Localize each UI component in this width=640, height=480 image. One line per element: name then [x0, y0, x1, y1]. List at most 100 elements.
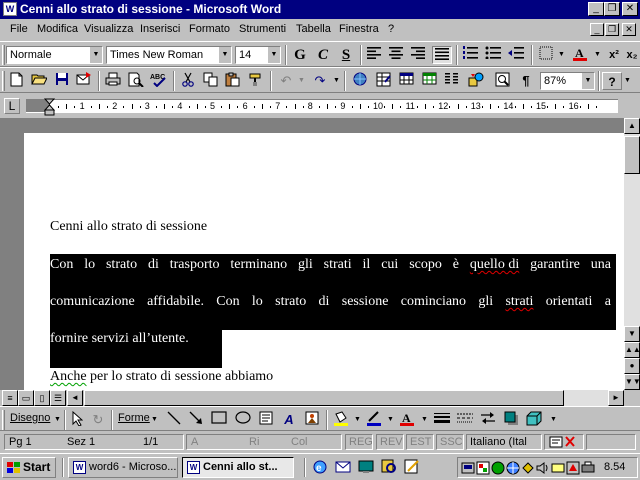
chevron-down-icon[interactable]: ▼ — [89, 47, 102, 63]
fill-color-icon[interactable] — [331, 411, 351, 429]
chevron-down-icon[interactable]: ▼ — [624, 77, 631, 84]
spelling-icon[interactable]: ABC — [149, 72, 169, 90]
line-tool-icon[interactable] — [164, 411, 184, 429]
document-page[interactable]: Cenni allo strato di sessione Con lo strat… — [24, 133, 624, 393]
tray-icon-2[interactable] — [476, 461, 490, 475]
word[interactable]: terminano — [230, 257, 287, 273]
tray-icon-7[interactable] — [551, 461, 565, 475]
word[interactable]: di — [319, 294, 330, 310]
zoom-select[interactable]: 87% ▼ — [540, 72, 595, 90]
horizontal-scrollbar[interactable]: ≡ ▭ ▯ ☰ ◄ ► — [0, 390, 640, 406]
font-color-icon[interactable]: A — [570, 46, 590, 64]
paste-icon[interactable] — [222, 72, 242, 90]
word[interactable]: lo — [84, 257, 95, 273]
oval-tool-icon[interactable] — [233, 411, 253, 429]
minimize-button[interactable]: _ — [588, 2, 604, 16]
font-color-icon[interactable]: A — [397, 411, 417, 429]
arrow-style-icon[interactable] — [478, 411, 498, 429]
drawing-icon[interactable] — [466, 72, 486, 90]
scroll-right-button[interactable]: ► — [608, 390, 624, 406]
underline-button[interactable]: S — [336, 46, 356, 64]
volume-icon[interactable] — [536, 461, 550, 475]
tray-icon-5[interactable] — [521, 461, 535, 475]
paragraph-line-1[interactable]: Con lo strato di trasporto terminano gli strati… — [50, 257, 611, 273]
scroll-thumb[interactable] — [624, 136, 640, 174]
word[interactable]: strati — [324, 257, 352, 273]
word[interactable]: Con — [216, 294, 239, 310]
word[interactable]: orientati — [546, 294, 593, 310]
ruler-strip[interactable]: 1 2 3 4 5 6 7 8 9 10 11 12 13 14 15 16 — [26, 99, 618, 113]
word[interactable]: comunicazione — [50, 294, 135, 310]
menu-inserisci[interactable]: Inserisci — [140, 23, 180, 35]
chevron-down-icon[interactable]: ▼ — [151, 416, 158, 423]
horizontal-thumb[interactable] — [84, 390, 564, 406]
save-icon[interactable] — [52, 72, 72, 90]
tray-icon-8[interactable] — [566, 461, 580, 475]
send-mail-icon[interactable] — [74, 72, 94, 90]
align-left-icon[interactable] — [364, 46, 384, 64]
status-rec[interactable]: REG — [345, 434, 373, 450]
tables-borders-icon[interactable] — [373, 72, 393, 90]
chevron-down-icon[interactable]: ▼ — [594, 51, 601, 58]
chevron-down-icon[interactable]: ▼ — [298, 77, 305, 84]
paragraph-line-2[interactable]: comunicazione affidabile. Con lo strato di ses… — [50, 294, 611, 310]
hyperlink-icon[interactable] — [350, 72, 370, 90]
bullet-list-icon[interactable] — [483, 46, 503, 64]
copy-icon[interactable] — [200, 72, 220, 90]
scroll-down-button[interactable]: ▼ — [624, 326, 640, 342]
chevron-down-icon[interactable]: ▼ — [550, 416, 557, 423]
status-ext[interactable]: EST — [406, 434, 434, 450]
chevron-down-icon[interactable]: ▼ — [218, 47, 231, 63]
status-ovr[interactable]: SSC — [436, 434, 464, 450]
outlook-express-icon[interactable] — [335, 459, 351, 474]
chevron-down-icon[interactable]: ▼ — [558, 51, 565, 58]
line-color-icon[interactable] — [364, 411, 384, 429]
spelling-status-icon[interactable] — [544, 434, 584, 450]
word-app-icon[interactable]: W — [3, 2, 17, 16]
free-rotate-icon[interactable]: ↻ — [88, 411, 108, 429]
status-language[interactable]: Italiano (Ital — [466, 434, 542, 450]
print-icon[interactable] — [103, 72, 123, 90]
chevron-down-icon[interactable]: ▼ — [267, 47, 280, 63]
insert-excel-icon[interactable] — [419, 72, 439, 90]
menu-tabella[interactable]: Tabella — [296, 23, 331, 35]
status-trk[interactable]: REV — [376, 434, 404, 450]
font-size-select[interactable]: 14 ▼ — [235, 46, 281, 64]
new-document-icon[interactable] — [6, 72, 26, 90]
word[interactable]: quello di — [470, 257, 519, 273]
word[interactable]: lo — [252, 294, 263, 310]
columns-icon[interactable] — [441, 72, 461, 90]
start-button[interactable]: Start — [2, 457, 56, 478]
select-objects-icon[interactable] — [67, 410, 87, 429]
decrease-indent-icon[interactable] — [506, 46, 526, 64]
print-preview-icon[interactable] — [126, 72, 146, 90]
word[interactable]: una — [591, 257, 611, 273]
autoshapes-menu-button[interactable]: Forme — [118, 412, 150, 424]
menu-file[interactable]: File — [10, 23, 28, 35]
arrow-tool-icon[interactable] — [186, 411, 206, 429]
paragraph-line-3[interactable]: fornire servizi all’utente. — [50, 331, 189, 347]
rectangle-tool-icon[interactable] — [209, 411, 229, 429]
shadow-icon[interactable] — [501, 411, 521, 429]
chevron-down-icon[interactable]: ▼ — [421, 416, 428, 423]
menu-finestra[interactable]: Finestra — [339, 23, 379, 35]
title-bar[interactable]: W Cenni allo strato di sessione - Micros… — [0, 0, 640, 19]
document-map-icon[interactable] — [492, 72, 512, 90]
menu-visualizza[interactable]: Visualizza — [84, 23, 133, 35]
close-button[interactable]: ✕ — [622, 2, 638, 16]
menu-formato[interactable]: Formato — [189, 23, 230, 35]
menu-modifica[interactable]: Modifica — [37, 23, 78, 35]
page-layout-button[interactable]: ▯ — [34, 390, 50, 406]
word[interactable]: è — [453, 257, 459, 273]
format-painter-icon[interactable] — [245, 72, 265, 90]
scroll-up-button[interactable]: ▲ — [624, 118, 640, 134]
tab-selector-icon[interactable]: L — [4, 98, 20, 114]
line-style-icon[interactable] — [432, 411, 452, 429]
doc-restore-button[interactable]: ❐ — [605, 23, 619, 36]
next-page-button[interactable]: ▼▼ — [624, 374, 640, 390]
word[interactable]: sessione — [342, 294, 389, 310]
cut-icon[interactable] — [178, 72, 198, 90]
task-word6[interactable]: W word6 - Microso... — [68, 457, 178, 478]
open-folder-icon[interactable] — [29, 72, 49, 90]
online-layout-button[interactable]: ▭ — [18, 390, 34, 406]
